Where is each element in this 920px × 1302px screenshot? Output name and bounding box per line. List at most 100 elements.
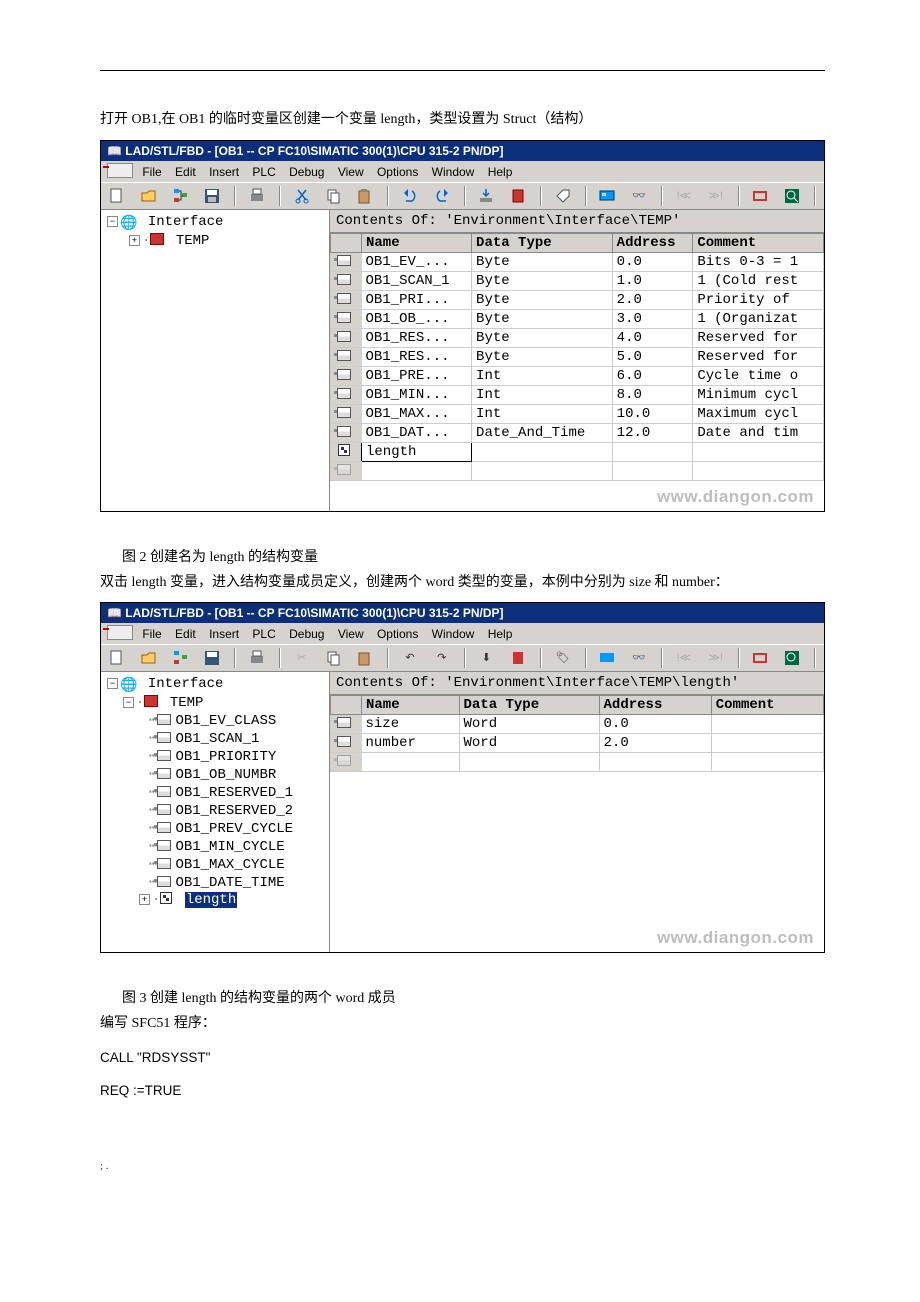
- table-row-empty[interactable]: [331, 753, 824, 772]
- collapse-icon[interactable]: −: [107, 678, 118, 689]
- var-icon: [157, 858, 171, 869]
- menu-debug[interactable]: Debug: [287, 164, 332, 180]
- save-icon[interactable]: [201, 185, 223, 207]
- redo-icon[interactable]: ↷: [431, 647, 453, 669]
- footer: ; .: [100, 1160, 825, 1172]
- nav-prev-icon[interactable]: !≪: [673, 647, 695, 669]
- menu-options[interactable]: Options: [375, 626, 426, 642]
- var-icon: [157, 840, 171, 851]
- expand-icon[interactable]: +: [139, 894, 150, 905]
- new-icon[interactable]: [106, 647, 128, 669]
- collapse-icon[interactable]: −: [107, 216, 118, 227]
- var-icon: [157, 822, 171, 833]
- copy-icon[interactable]: [323, 185, 345, 207]
- menu-insert[interactable]: Insert: [207, 626, 247, 642]
- mdi-icon: [107, 625, 133, 640]
- table-row[interactable]: sizeWord0.0: [331, 715, 824, 734]
- tag-icon[interactable]: [552, 185, 574, 207]
- download-icon[interactable]: [475, 185, 497, 207]
- menu-debug[interactable]: Debug: [287, 626, 332, 642]
- table-row[interactable]: OB1_MIN...Int8.0Minimum cycl: [331, 385, 824, 404]
- download-icon[interactable]: ⬇: [475, 647, 497, 669]
- monitor-icon[interactable]: [596, 185, 618, 207]
- table-row[interactable]: OB1_RES...Byte5.0Reserved for: [331, 347, 824, 366]
- cut-icon[interactable]: ✂: [291, 647, 313, 669]
- table-row[interactable]: OB1_SCAN_1Byte1.01 (Cold rest: [331, 271, 824, 290]
- module-icon[interactable]: [507, 185, 529, 207]
- interface-icon: 🌐: [120, 677, 137, 694]
- table-row-selected[interactable]: lengthStruct20.0: [331, 442, 824, 461]
- titlebar: 📖 LAD/STL/FBD - [OB1 -- CP FC10\SIMATIC …: [101, 603, 824, 623]
- figure-caption-3: 图 3 创建 length 的结构变量的两个 word 成员: [122, 987, 825, 1007]
- glasses-icon[interactable]: 👓: [628, 647, 650, 669]
- menu-edit[interactable]: Edit: [173, 164, 204, 180]
- menu-window[interactable]: Window: [430, 626, 483, 642]
- table-row[interactable]: numberWord2.0: [331, 734, 824, 753]
- rect-icon[interactable]: [749, 185, 771, 207]
- glasses-icon[interactable]: 👓: [628, 185, 650, 207]
- temp-folder-icon: [150, 233, 164, 245]
- menubar: File Edit Insert PLC Debug View Options …: [101, 623, 824, 644]
- intro-text: 打开 OB1,在 OB1 的临时变量区创建一个变量 length，类型设置为 S…: [100, 107, 825, 134]
- undo-icon[interactable]: ↶: [399, 647, 421, 669]
- menu-plc[interactable]: PLC: [250, 164, 283, 180]
- tree-selected[interactable]: length: [185, 892, 237, 908]
- menu-help[interactable]: Help: [486, 164, 521, 180]
- menu-insert[interactable]: Insert: [207, 164, 247, 180]
- variables-table: NameData TypeAddressComment OB1_EV_...By…: [330, 233, 824, 481]
- var-icon: [157, 714, 171, 725]
- open-icon[interactable]: [138, 185, 160, 207]
- titlebar: 📖 LAD/STL/FBD - [OB1 -- CP FC10\SIMATIC …: [101, 141, 824, 161]
- var-icon: [157, 876, 171, 887]
- menu-window[interactable]: Window: [430, 164, 483, 180]
- print-icon[interactable]: [246, 647, 268, 669]
- paste-icon[interactable]: [354, 647, 376, 669]
- app-window-1: 📖 LAD/STL/FBD - [OB1 -- CP FC10\SIMATIC …: [100, 140, 825, 512]
- table-row[interactable]: OB1_EV_...Byte0.0Bits 0-3 = 1: [331, 252, 824, 271]
- watermark: www.diangon.com: [330, 922, 824, 952]
- new-icon[interactable]: [106, 185, 128, 207]
- nav-prev-icon[interactable]: !≪: [673, 185, 695, 207]
- menubar: File Edit Insert PLC Debug View Options …: [101, 161, 824, 182]
- nav-next-icon[interactable]: ≫!: [705, 647, 727, 669]
- table-row[interactable]: OB1_PRE...Int6.0Cycle time o: [331, 366, 824, 385]
- collapse-icon[interactable]: −: [123, 697, 134, 708]
- cut-icon[interactable]: [291, 185, 313, 207]
- menu-file[interactable]: File: [140, 626, 169, 642]
- menu-edit[interactable]: Edit: [173, 626, 204, 642]
- menu-view[interactable]: View: [336, 626, 372, 642]
- expand-icon[interactable]: +: [129, 235, 140, 246]
- table-row[interactable]: OB1_DAT...Date_And_Time12.0Date and tim: [331, 423, 824, 442]
- tree-icon[interactable]: [170, 647, 192, 669]
- module-icon[interactable]: [507, 647, 529, 669]
- table-row[interactable]: OB1_OB_...Byte3.01 (Organizat: [331, 309, 824, 328]
- menu-file[interactable]: File: [140, 164, 169, 180]
- save-icon[interactable]: [201, 647, 223, 669]
- magnify-icon[interactable]: [781, 185, 803, 207]
- print-icon[interactable]: [246, 185, 268, 207]
- figure-caption-2: 图 2 创建名为 length 的结构变量: [122, 546, 825, 566]
- paste-icon[interactable]: [354, 185, 376, 207]
- nav-next-icon[interactable]: ≫!: [705, 185, 727, 207]
- menu-view[interactable]: View: [336, 164, 372, 180]
- struct-icon: [338, 444, 350, 456]
- menu-plc[interactable]: PLC: [250, 626, 283, 642]
- table-row[interactable]: OB1_MAX...Int10.0Maximum cycl: [331, 404, 824, 423]
- var-icon: [157, 804, 171, 815]
- app-window-2: 📖 LAD/STL/FBD - [OB1 -- CP FC10\SIMATIC …: [100, 602, 825, 953]
- table-row[interactable]: OB1_PRI...Byte2.0Priority of: [331, 290, 824, 309]
- table-row-empty[interactable]: [331, 461, 824, 480]
- open-icon[interactable]: [138, 647, 160, 669]
- undo-icon[interactable]: [399, 185, 421, 207]
- tag-icon[interactable]: 🏷: [552, 647, 574, 669]
- menu-help[interactable]: Help: [486, 626, 521, 642]
- var-icon: [157, 750, 171, 761]
- menu-options[interactable]: Options: [375, 164, 426, 180]
- redo-icon[interactable]: [431, 185, 453, 207]
- rect-icon[interactable]: [749, 647, 771, 669]
- tree-icon[interactable]: [170, 185, 192, 207]
- monitor-icon[interactable]: [596, 647, 618, 669]
- copy-icon[interactable]: [323, 647, 345, 669]
- magnify-icon[interactable]: [781, 647, 803, 669]
- table-row[interactable]: OB1_RES...Byte4.0Reserved for: [331, 328, 824, 347]
